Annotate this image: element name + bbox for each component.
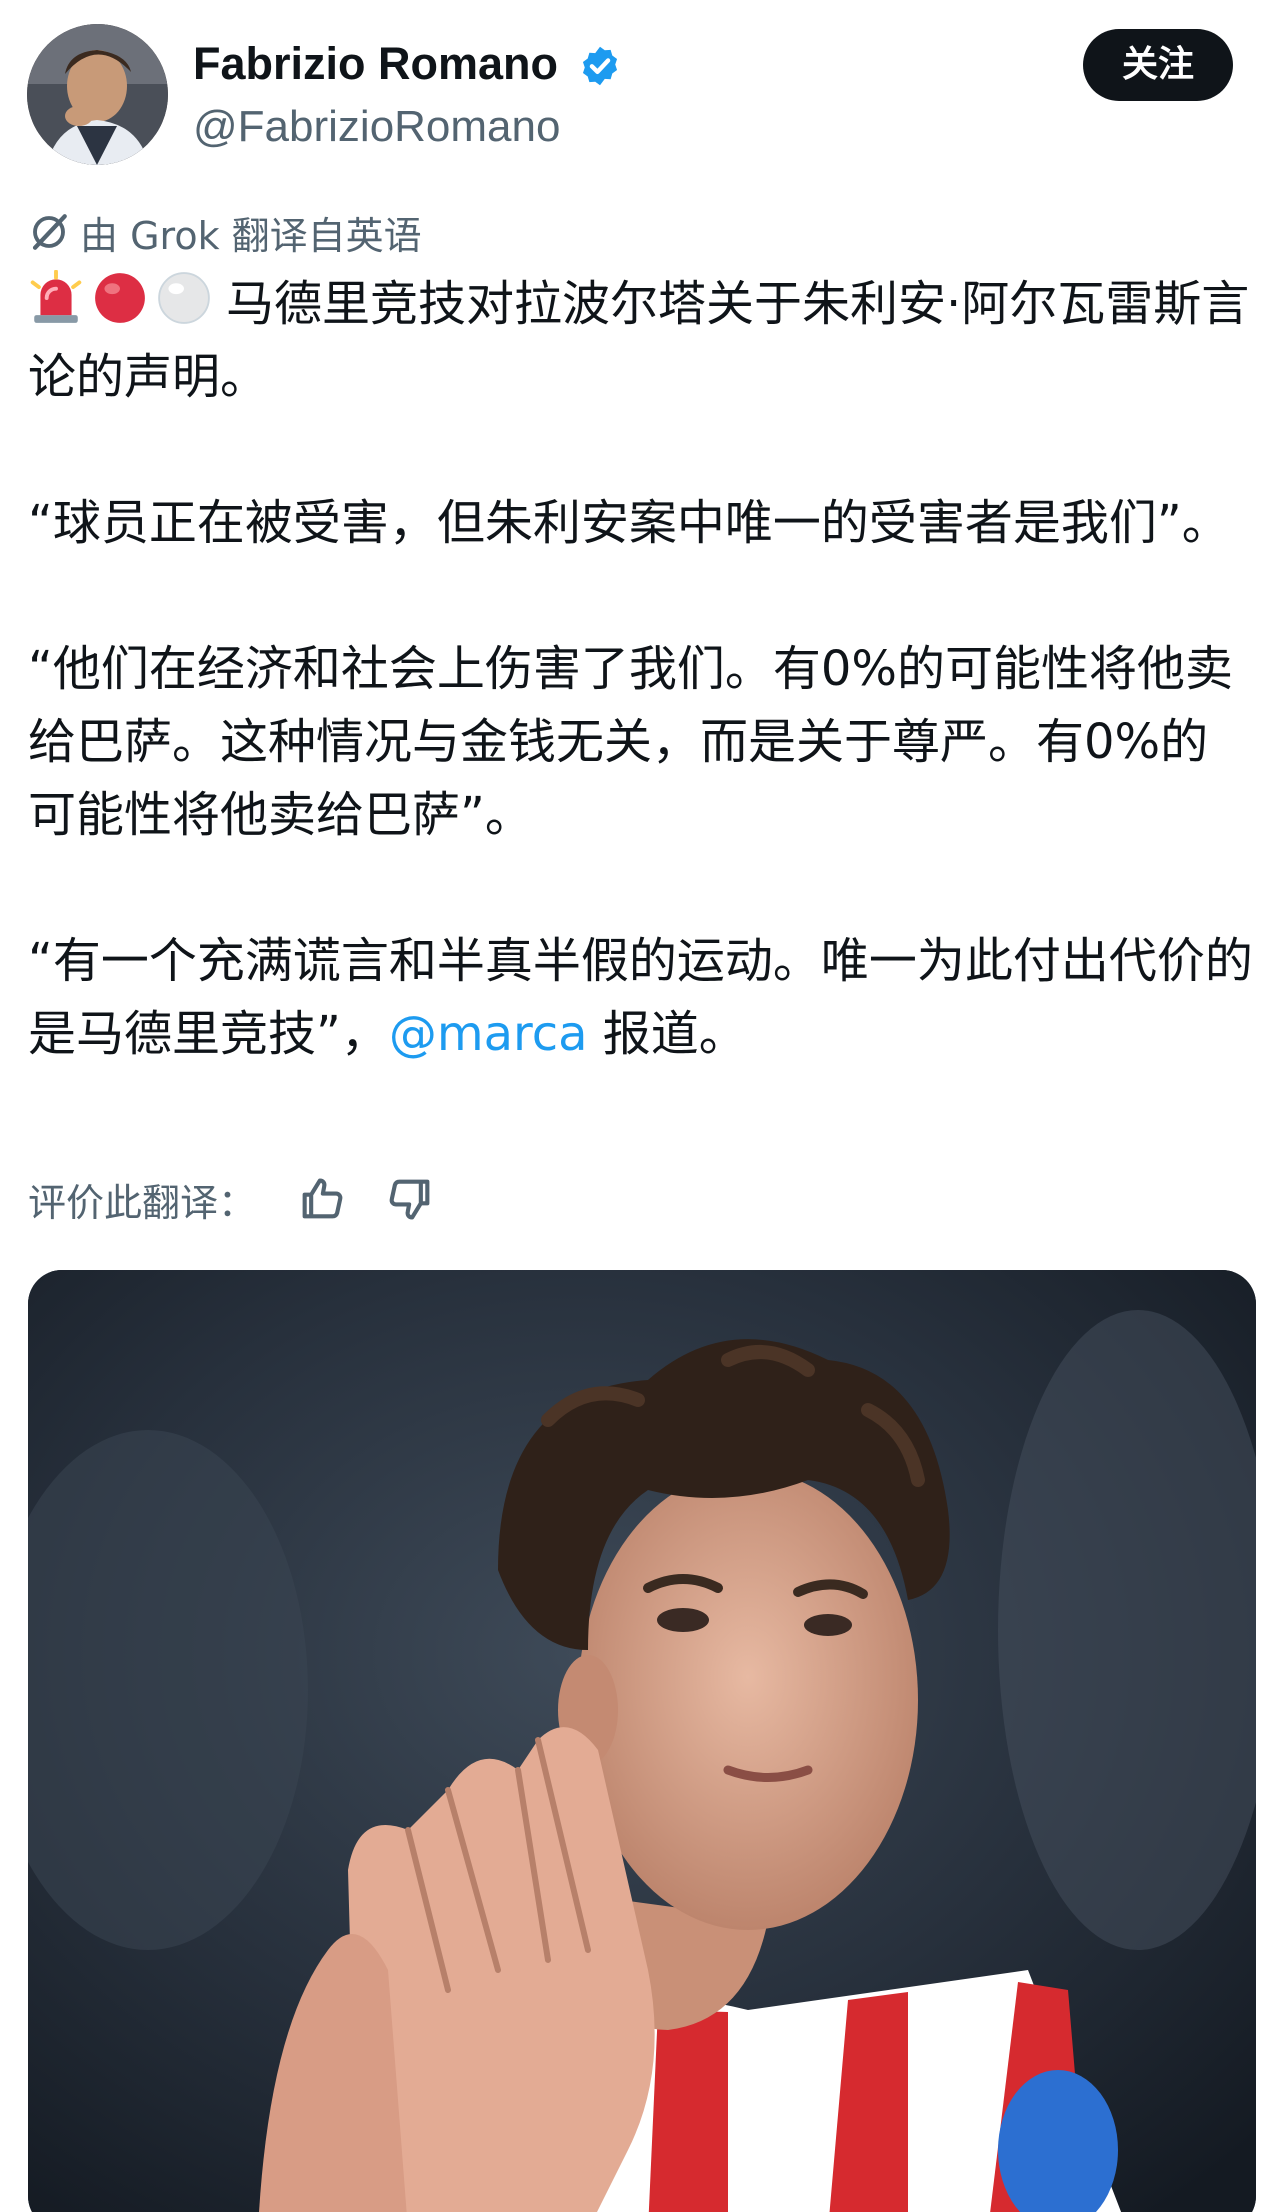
tweet-quote-3: “有一个充满谎言和半真半假的运动。唯一为此付出代价的是马德里竞技”，@marca… (28, 925, 1256, 1071)
rate-label: 评价此翻译： (28, 1180, 257, 1225)
translation-label: 由 Grok 翻译自英语 (80, 213, 422, 258)
white-circle-emoji (158, 272, 210, 324)
verified-badge-icon (582, 46, 618, 86)
tweet-quote-2: “他们在经济和社会上伤害了我们。有0%的可能性将他卖给巴萨。这种情况与金钱无关，… (28, 641, 1234, 843)
tweet-quote-1: “球员正在被受害，但朱利安案中唯一的受害者是我们”。 (28, 495, 1230, 551)
player-photo (28, 1270, 1256, 2212)
grok-icon (32, 214, 67, 250)
quote-3-suffix: 报道。 (587, 1006, 747, 1062)
rate-translation: 评价此翻译： (28, 1170, 436, 1228)
avatar[interactable] (27, 24, 168, 165)
grok-translation-note[interactable]: 由 Grok 翻译自英语 (28, 204, 422, 260)
rotating-light-emoji (30, 270, 82, 323)
tweet-text: 马德里竞技对拉波尔塔关于朱利安·阿尔瓦雷斯言论的声明。 “球员正在被受害，但朱利… (28, 268, 1256, 1071)
avatar-photo (27, 24, 168, 165)
emoji-group (28, 270, 212, 326)
thumbs-down-icon[interactable] (384, 1173, 436, 1225)
tweet-paragraph-1: 马德里竞技对拉波尔塔关于朱利安·阿尔瓦雷斯言论的声明。 (28, 268, 1256, 414)
mention-link[interactable]: @marca (389, 1006, 588, 1062)
tweet-view: Fabrizio Romano @FabrizioRomano 关注 由 Gro… (0, 0, 1284, 2212)
red-circle-emoji (95, 273, 145, 323)
tweet-photo[interactable] (28, 1270, 1256, 2212)
display-name[interactable]: Fabrizio Romano (193, 36, 558, 92)
user-handle[interactable]: @FabrizioRomano (193, 100, 560, 154)
thumbs-up-icon[interactable] (296, 1173, 348, 1225)
follow-button[interactable]: 关注 (1083, 29, 1233, 101)
